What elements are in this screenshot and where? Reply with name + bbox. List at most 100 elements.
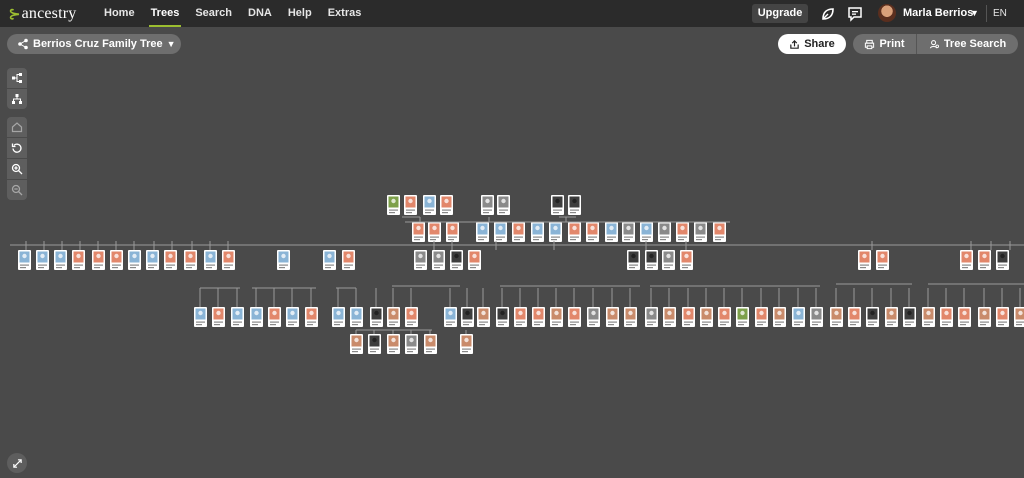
nav-help[interactable]: Help <box>280 0 320 27</box>
person-card[interactable] <box>848 307 861 327</box>
person-card[interactable] <box>387 195 400 215</box>
person-card[interactable] <box>342 250 355 270</box>
person-card[interactable] <box>682 307 695 327</box>
person-card[interactable] <box>680 250 693 270</box>
person-card[interactable] <box>350 307 363 327</box>
person-card[interactable] <box>387 334 400 354</box>
person-card[interactable] <box>876 250 889 270</box>
person-card[interactable] <box>830 307 843 327</box>
avatar[interactable] <box>878 4 896 22</box>
person-card[interactable] <box>405 307 418 327</box>
person-card[interactable] <box>996 307 1009 327</box>
person-card[interactable] <box>268 307 281 327</box>
upgrade-button[interactable]: Upgrade <box>752 4 808 23</box>
person-card[interactable] <box>568 222 581 242</box>
person-card[interactable] <box>514 307 527 327</box>
person-card[interactable] <box>164 250 177 270</box>
person-card[interactable] <box>663 307 676 327</box>
person-card[interactable] <box>110 250 123 270</box>
person-card[interactable] <box>676 222 689 242</box>
messages-icon[interactable] <box>846 5 864 23</box>
person-card[interactable] <box>531 222 544 242</box>
person-card[interactable] <box>370 307 383 327</box>
person-card[interactable] <box>184 250 197 270</box>
person-card[interactable] <box>810 307 823 327</box>
nav-home[interactable]: Home <box>96 0 143 27</box>
person-card[interactable] <box>128 250 141 270</box>
person-card[interactable] <box>773 307 786 327</box>
person-card[interactable] <box>978 250 991 270</box>
person-card[interactable] <box>792 307 805 327</box>
person-card[interactable] <box>640 222 653 242</box>
print-button[interactable]: Print <box>853 34 917 54</box>
person-card[interactable] <box>497 195 510 215</box>
person-card[interactable] <box>645 307 658 327</box>
hint-leaf-icon[interactable] <box>819 5 837 23</box>
person-card[interactable] <box>713 222 726 242</box>
user-name[interactable]: Marla Berrios <box>903 0 973 27</box>
person-card[interactable] <box>755 307 768 327</box>
person-card[interactable] <box>922 307 935 327</box>
person-card[interactable] <box>18 250 31 270</box>
person-card[interactable] <box>277 250 290 270</box>
person-card[interactable] <box>700 307 713 327</box>
chevron-down-icon[interactable]: ▼ <box>970 0 979 27</box>
person-card[interactable] <box>551 195 564 215</box>
person-card[interactable] <box>606 307 619 327</box>
person-card[interactable] <box>960 250 973 270</box>
person-card[interactable] <box>1014 307 1024 327</box>
person-card[interactable] <box>432 250 445 270</box>
person-card[interactable] <box>858 250 871 270</box>
person-card[interactable] <box>996 250 1009 270</box>
person-card[interactable] <box>512 222 525 242</box>
person-card[interactable] <box>549 222 562 242</box>
person-card[interactable] <box>496 307 509 327</box>
person-card[interactable] <box>350 334 363 354</box>
person-card[interactable] <box>250 307 263 327</box>
person-card[interactable] <box>481 195 494 215</box>
person-card[interactable] <box>368 334 381 354</box>
person-card[interactable] <box>231 307 244 327</box>
person-card[interactable] <box>461 307 474 327</box>
person-card[interactable] <box>412 222 425 242</box>
language-selector[interactable]: EN <box>993 0 1007 27</box>
person-card[interactable] <box>494 222 507 242</box>
person-card[interactable] <box>736 307 749 327</box>
person-card[interactable] <box>286 307 299 327</box>
person-card[interactable] <box>204 250 217 270</box>
nav-trees[interactable]: Trees <box>143 0 188 27</box>
ancestry-logo[interactable]: ⊱ ancestry <box>8 5 96 23</box>
person-card[interactable] <box>662 250 675 270</box>
tree-name-dropdown[interactable]: Berrios Cruz Family Tree ▼ <box>7 34 181 54</box>
person-card[interactable] <box>468 250 481 270</box>
share-button[interactable]: Share <box>778 34 846 54</box>
person-card[interactable] <box>72 250 85 270</box>
person-card[interactable] <box>885 307 898 327</box>
person-card[interactable] <box>36 250 49 270</box>
person-card[interactable] <box>414 250 427 270</box>
person-card[interactable] <box>622 222 635 242</box>
person-card[interactable] <box>978 307 991 327</box>
person-card[interactable] <box>428 222 441 242</box>
person-card[interactable] <box>587 307 600 327</box>
person-card[interactable] <box>404 195 417 215</box>
person-card[interactable] <box>586 222 599 242</box>
person-card[interactable] <box>405 334 418 354</box>
person-card[interactable] <box>903 307 916 327</box>
person-card[interactable] <box>446 222 459 242</box>
person-card[interactable] <box>718 307 731 327</box>
person-card[interactable] <box>424 334 437 354</box>
person-card[interactable] <box>568 195 581 215</box>
person-card[interactable] <box>194 307 207 327</box>
person-card[interactable] <box>92 250 105 270</box>
nav-search[interactable]: Search <box>187 0 240 27</box>
person-card[interactable] <box>958 307 971 327</box>
person-card[interactable] <box>222 250 235 270</box>
person-card[interactable] <box>658 222 671 242</box>
person-card[interactable] <box>532 307 545 327</box>
person-card[interactable] <box>387 307 400 327</box>
person-card[interactable] <box>866 307 879 327</box>
person-card[interactable] <box>146 250 159 270</box>
person-card[interactable] <box>605 222 618 242</box>
person-card[interactable] <box>645 250 658 270</box>
